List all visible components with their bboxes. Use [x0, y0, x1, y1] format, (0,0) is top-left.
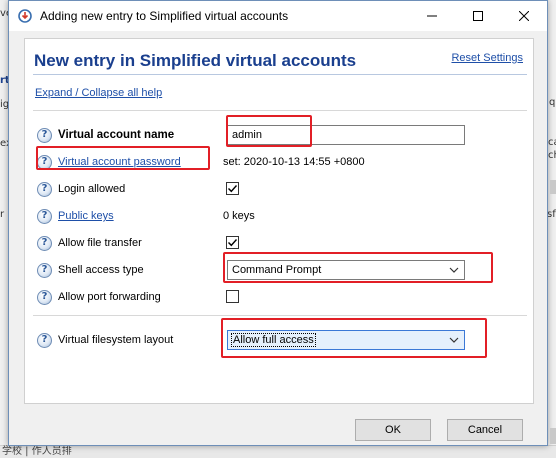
help-icon[interactable]: ?: [37, 127, 52, 143]
ok-button[interactable]: OK: [355, 419, 431, 441]
expand-collapse-help-link[interactable]: Expand / Collapse all help: [35, 87, 162, 99]
background-scrollbar: [550, 180, 556, 444]
window-title: Adding new entry to Simplified virtual a…: [40, 9, 289, 23]
row-file-transfer: ? Allow file transfer: [37, 233, 517, 253]
help-icon[interactable]: ?: [37, 181, 52, 197]
background-taskbar-text: 学校 | 作人员排: [0, 445, 556, 458]
help-icon[interactable]: ?: [37, 262, 52, 278]
public-keys-link[interactable]: Public keys: [58, 210, 114, 222]
maximize-button[interactable]: [455, 1, 501, 31]
account-password-link[interactable]: Virtual account password: [58, 156, 181, 168]
close-button[interactable]: [501, 1, 547, 31]
divider: [33, 110, 527, 111]
row-account-password: ? Virtual account password set: 2020-10-…: [37, 152, 517, 172]
help-icon[interactable]: ?: [37, 154, 52, 170]
background-text: r: [0, 209, 5, 220]
row-account-name: ? Virtual account name: [37, 125, 517, 145]
file-transfer-label: Allow file transfer: [58, 237, 142, 249]
shell-access-label: Shell access type: [58, 264, 144, 276]
login-allowed-label: Login allowed: [58, 183, 126, 195]
minimize-button[interactable]: [409, 1, 455, 31]
divider: [33, 315, 527, 316]
password-status: set: 2020-10-13 14:55 +0800: [223, 156, 365, 168]
file-transfer-checkbox[interactable]: [226, 236, 239, 249]
port-forwarding-checkbox[interactable]: [226, 290, 239, 303]
reset-settings-link[interactable]: Reset Settings: [451, 52, 523, 64]
chevron-down-icon: [449, 267, 459, 273]
fs-layout-value: Allow full access: [231, 333, 316, 347]
row-login-allowed: ? Login allowed: [37, 179, 517, 199]
row-public-keys: ? Public keys 0 keys: [37, 206, 517, 226]
shell-access-value: Command Prompt: [232, 264, 322, 276]
login-allowed-checkbox[interactable]: [226, 182, 239, 195]
row-fs-layout: ? Virtual filesystem layout Allow full a…: [37, 330, 517, 350]
maximize-icon: [473, 11, 483, 21]
close-icon: [519, 11, 529, 21]
fs-layout-label: Virtual filesystem layout: [58, 334, 174, 346]
shell-access-select[interactable]: Command Prompt: [227, 260, 465, 280]
help-icon[interactable]: ?: [37, 235, 52, 251]
cancel-button[interactable]: Cancel: [447, 419, 523, 441]
chevron-down-icon: [449, 337, 459, 343]
help-icon[interactable]: ?: [37, 208, 52, 224]
public-keys-count: 0 keys: [223, 210, 255, 222]
checkmark-icon: [228, 185, 238, 193]
minimize-icon: [427, 15, 437, 17]
title-divider: [33, 74, 527, 75]
account-name-label: Virtual account name: [58, 129, 175, 141]
help-icon[interactable]: ?: [37, 289, 52, 305]
settings-panel: New entry in Simplified virtual accounts…: [24, 38, 534, 404]
app-icon: [18, 9, 32, 23]
checkmark-icon: [228, 239, 238, 247]
row-shell-access: ? Shell access type Command Prompt: [37, 260, 517, 280]
title-bar[interactable]: Adding new entry to Simplified virtual a…: [9, 1, 547, 31]
port-forwarding-label: Allow port forwarding: [58, 291, 161, 303]
row-port-forwarding: ? Allow port forwarding: [37, 287, 517, 307]
panel-title: New entry in Simplified virtual accounts: [34, 51, 357, 70]
help-icon[interactable]: ?: [37, 332, 52, 348]
dialog-window: Adding new entry to Simplified virtual a…: [8, 0, 548, 446]
account-name-input[interactable]: [227, 125, 465, 145]
fs-layout-select[interactable]: Allow full access: [227, 330, 465, 350]
